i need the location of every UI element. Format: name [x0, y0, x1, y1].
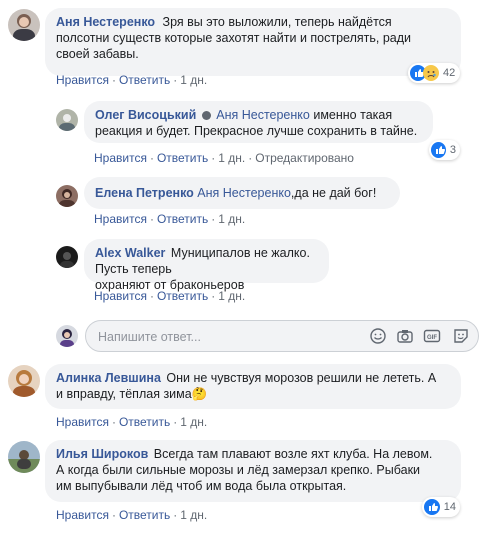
gif-icon[interactable]: GIF: [423, 327, 441, 345]
verified-icon: [201, 111, 211, 120]
comment-text-line: Зря вы это выложили, теперь найдётся: [162, 15, 392, 29]
like-icon: [431, 142, 446, 158]
edited-label[interactable]: Отредактировано: [255, 151, 354, 165]
sad-icon: [423, 65, 439, 81]
comment-actions: Нравится · Ответить · 1 дн. · Отредактировано: [94, 151, 354, 165]
separator: ·: [211, 151, 216, 165]
avatar-alex[interactable]: [56, 246, 78, 268]
comment-actions: Нравится · Ответить · 1 дн.: [94, 289, 245, 303]
reactions-count: 3: [449, 144, 456, 156]
comment-bubble: Алинка Левшина Они не чувствуя морозов р…: [45, 364, 461, 409]
separator: ·: [248, 151, 253, 165]
comment-actions: Нравится · Ответить · 1 дн.: [56, 508, 207, 522]
avatar-oleg[interactable]: [56, 109, 78, 131]
reply-input[interactable]: [96, 327, 360, 347]
reply-link[interactable]: Ответить: [119, 73, 170, 87]
comment-text-line: Они не чувствуя морозов решили не лететь…: [166, 371, 437, 385]
comment-text-line: и вправду, тёплая зима: [56, 387, 192, 401]
like-link[interactable]: Нравится: [56, 415, 109, 429]
timestamp[interactable]: 1 дн.: [180, 415, 207, 429]
reactions-summary[interactable]: 14: [422, 497, 460, 517]
comment-actions: Нравится · Ответить · 1 дн.: [94, 212, 245, 226]
like-link[interactable]: Нравится: [56, 73, 109, 87]
reply-box[interactable]: GIF: [85, 320, 479, 352]
avatar-anya[interactable]: [8, 9, 40, 41]
comment-text-line: полсотни существ которые захотят найти и…: [56, 31, 412, 45]
current-user-avatar: [56, 325, 78, 347]
like-link[interactable]: Нравится: [56, 508, 109, 522]
separator: ·: [149, 212, 154, 226]
separator: ·: [173, 73, 178, 87]
comment-bubble: Аня Нестеренко Зря вы это выложили, тепе…: [45, 8, 461, 76]
camera-icon[interactable]: [396, 327, 414, 345]
comment-actions: Нравится · Ответить · 1 дн.: [56, 73, 207, 87]
reply-link[interactable]: Ответить: [119, 415, 170, 429]
reactions-count: 14: [443, 501, 456, 513]
separator: ·: [149, 151, 154, 165]
svg-text:GIF: GIF: [427, 335, 437, 341]
comment-author[interactable]: Аня Нестеренко: [56, 15, 155, 29]
timestamp[interactable]: 1 дн.: [180, 508, 207, 522]
mention-link[interactable]: Аня Нестеренко: [197, 186, 291, 200]
comment-actions: Нравится · Ответить · 1 дн.: [56, 415, 207, 429]
like-link[interactable]: Нравится: [94, 289, 147, 303]
comment-text-line: именно такая: [313, 108, 393, 122]
comment-text-line: реакция и будет. Прекрасное лучше сохран…: [95, 124, 418, 138]
separator: ·: [111, 508, 116, 522]
comment-bubble: Илья Широков Всегда там плавают возле ях…: [45, 440, 461, 502]
reply-link[interactable]: Ответить: [157, 151, 208, 165]
comment-text-line: ,да не дай бог!: [290, 186, 377, 200]
comment-author[interactable]: Алинка Левшина: [56, 371, 161, 385]
reactions-summary[interactable]: 42: [408, 63, 460, 83]
reactions-count: 42: [443, 67, 456, 79]
comment-author[interactable]: Олег Висоцький: [95, 108, 196, 122]
comment-text-line: Всегда там плавают возле яхт клуба. На л…: [153, 447, 433, 461]
timestamp[interactable]: 1 дн.: [218, 151, 245, 165]
comment-text-line: им выпубывали лёд чтоб им вода была откр…: [56, 479, 347, 493]
avatar-ilya[interactable]: [8, 441, 40, 473]
separator: ·: [111, 415, 116, 429]
separator: ·: [111, 73, 116, 87]
timestamp[interactable]: 1 дн.: [218, 289, 245, 303]
timestamp[interactable]: 1 дн.: [180, 73, 207, 87]
thinking-emoji: 🤔: [191, 387, 208, 401]
like-icon: [424, 499, 440, 515]
timestamp[interactable]: 1 дн.: [218, 212, 245, 226]
avatar-elena[interactable]: [56, 185, 78, 207]
comment-text-line: А когда были сильные морозы и лёд замерз…: [56, 463, 421, 477]
separator: ·: [211, 212, 216, 226]
reactions-summary[interactable]: 3: [429, 140, 460, 160]
comment-text-line: своей забавы.: [56, 47, 139, 61]
comment-author[interactable]: Alex Walker: [95, 246, 165, 260]
sticker-icon[interactable]: [452, 327, 470, 345]
separator: ·: [173, 508, 178, 522]
comment-bubble: Alex Walker Муниципалов не жалко. Пусть …: [84, 239, 329, 292]
reply-link[interactable]: Ответить: [157, 289, 208, 303]
comment-bubble: Елена Петренко Аня Нестеренко,да не дай …: [84, 177, 400, 209]
smile-icon[interactable]: [369, 327, 387, 345]
reply-link[interactable]: Ответить: [119, 508, 170, 522]
avatar-alinka[interactable]: [8, 365, 40, 397]
like-link[interactable]: Нравится: [94, 212, 147, 226]
separator: ·: [173, 415, 178, 429]
like-link[interactable]: Нравится: [94, 151, 147, 165]
comment-bubble: Олег Висоцький Аня Нестеренко именно так…: [84, 101, 433, 143]
separator: ·: [211, 289, 216, 303]
comment-author[interactable]: Елена Петренко: [95, 186, 194, 200]
mention-link[interactable]: Аня Нестеренко: [216, 108, 310, 122]
separator: ·: [149, 289, 154, 303]
reply-link[interactable]: Ответить: [157, 212, 208, 226]
comment-author[interactable]: Илья Широков: [56, 447, 148, 461]
